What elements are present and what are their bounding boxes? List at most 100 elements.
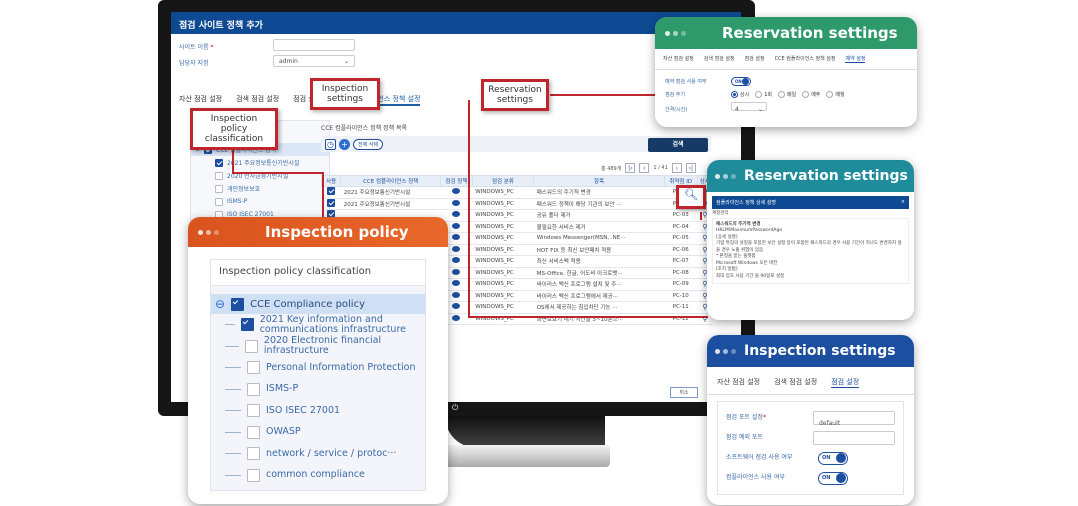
cycle-option[interactable]: 매일 <box>778 91 796 98</box>
tab[interactable]: 검색 점검 설정 <box>704 55 735 63</box>
table-row[interactable]: 2021 주요정보통신기반시설WINDOWS_PC패스워드의 주기적 변경PC-… <box>321 186 713 199</box>
search-icon[interactable]: 🔍︎ <box>684 188 698 201</box>
checkbox[interactable] <box>327 187 336 196</box>
checkbox[interactable] <box>247 468 260 482</box>
col-item[interactable]: 항목 <box>533 175 665 187</box>
item-cell: 불필요한 서비스 제거 <box>533 221 665 233</box>
history-icon[interactable]: ◷ <box>325 138 336 150</box>
software-toggle[interactable]: ON <box>818 451 848 465</box>
delete-all-button[interactable]: 전체 삭제 <box>353 138 383 150</box>
eye-icon[interactable] <box>452 222 461 229</box>
compliance-toggle[interactable]: ON <box>818 471 848 485</box>
tree-item[interactable]: ISMS-P <box>211 379 425 401</box>
site-name-label: 사이트 이름 * <box>179 44 214 51</box>
eye-icon[interactable] <box>452 314 461 321</box>
tab[interactable]: 자산 점검 설정 <box>717 377 760 388</box>
cycle-option[interactable]: 1회 <box>755 91 772 98</box>
category-cell: WINDOWS_PC <box>472 209 534 222</box>
next-page-button[interactable]: › <box>671 163 682 173</box>
tab[interactable]: CCE 컴플라이언스 정책 설정 <box>775 55 836 63</box>
col-policy[interactable]: CCE 컴플라이언스 정책 <box>340 175 442 187</box>
close-icon[interactable]: × <box>901 199 905 206</box>
tree-item[interactable]: ISMS-P <box>191 195 329 208</box>
tab-asset[interactable]: 자산 점검 설정 <box>179 94 222 106</box>
tab-reservation[interactable]: 예약 설정 <box>845 55 866 63</box>
eye-icon[interactable] <box>452 280 461 287</box>
id-cell: PC-03 <box>664 209 698 222</box>
eye-icon[interactable] <box>452 234 461 241</box>
checkbox[interactable] <box>215 171 223 180</box>
cycle-label: 점검 주기 <box>665 92 685 98</box>
checkbox[interactable] <box>247 361 260 375</box>
site-name-input[interactable] <box>273 39 355 51</box>
inspection-settings-card: Inspection settings 자산 점검 설정 검색 점검 설정 점검… <box>707 335 914 505</box>
eye-icon[interactable] <box>452 211 461 218</box>
tab[interactable]: 검색 점검 설정 <box>774 377 817 388</box>
reservation-toggle[interactable]: ON <box>731 77 751 86</box>
radio[interactable] <box>731 91 738 98</box>
tree-item[interactable]: 2021 주요정보통신기반시설 <box>191 156 329 169</box>
tree-item[interactable]: Personal Information Protection <box>211 357 425 379</box>
prev-page-button[interactable]: ‹ <box>639 163 650 173</box>
item-cell: 공유 폴더 제거 <box>533 209 665 222</box>
category-cell: WINDOWS_PC <box>472 244 534 256</box>
eye-icon[interactable] <box>452 245 461 252</box>
use-cell[interactable] <box>321 186 341 199</box>
checkbox[interactable] <box>327 198 336 207</box>
tree-item[interactable]: ISO ISEC 27001 <box>211 400 425 422</box>
power-icon[interactable]: ⏻ <box>452 403 458 413</box>
col-category[interactable]: 점검 분류 <box>471 175 535 187</box>
last-page-button[interactable]: ›| <box>685 163 696 173</box>
eye-icon[interactable] <box>452 257 461 264</box>
cancel-button[interactable]: 취소 <box>670 387 698 398</box>
tab[interactable]: 점검 설정 <box>745 55 765 63</box>
cycle-option[interactable]: 매주 <box>802 91 820 98</box>
tab-search[interactable]: 검색 점검 설정 <box>236 94 279 106</box>
tree-item[interactable]: network / service / protoc··· <box>211 443 425 465</box>
tree-item[interactable]: OWASP <box>211 422 425 444</box>
checkbox[interactable] <box>244 339 258 353</box>
tree-root[interactable]: ⊖ CCE Compliance policy <box>211 294 425 314</box>
cycle-option[interactable]: 상시 <box>731 91 749 98</box>
radio[interactable] <box>755 91 763 98</box>
checkbox[interactable] <box>215 158 223 167</box>
tree-item[interactable]: common compliance <box>211 465 425 487</box>
checkbox[interactable] <box>247 425 260 439</box>
col-use[interactable]: 사용 <box>320 175 342 187</box>
interval-select[interactable]: 4 ⌄ <box>731 102 767 113</box>
search-button[interactable]: 검색 <box>648 138 708 152</box>
eye-icon[interactable] <box>452 303 461 310</box>
checkbox[interactable] <box>231 297 245 311</box>
add-icon[interactable]: + <box>339 138 350 150</box>
collapse-icon[interactable]: ⊖ <box>215 297 225 311</box>
use-cell[interactable] <box>321 198 341 210</box>
eye-icon[interactable] <box>452 199 461 206</box>
tree-item[interactable]: 2020 Electronic financial infrastructure <box>211 336 425 358</box>
checkbox[interactable] <box>215 184 223 193</box>
table-row[interactable]: 2021 주요정보통신기반시설 WINDOWS_PC 패스워드 정책이 해당 기관의… <box>321 198 713 210</box>
id-cell: PC-09 <box>664 278 698 291</box>
radio[interactable] <box>826 91 834 98</box>
category-cell: WINDOWS_PC <box>472 267 534 279</box>
radio[interactable] <box>802 91 810 98</box>
eye-icon[interactable] <box>452 188 461 195</box>
connector-line <box>468 316 708 318</box>
tree-item[interactable]: 2021 Key information and communications … <box>211 314 425 336</box>
checkbox[interactable] <box>215 197 223 206</box>
first-page-button[interactable]: |‹ <box>625 163 636 173</box>
checkbox[interactable] <box>247 447 260 461</box>
checkbox[interactable] <box>240 318 254 332</box>
tab[interactable]: 자산 점검 설정 <box>663 55 694 63</box>
eye-icon[interactable] <box>452 291 461 298</box>
checkbox[interactable] <box>247 382 260 396</box>
tab-inspection[interactable]: 점검 설정 <box>831 377 860 388</box>
radio[interactable] <box>778 91 785 98</box>
tree-item[interactable]: 개인정보보호 <box>191 182 329 195</box>
eye-icon[interactable] <box>452 268 461 275</box>
port-input[interactable]: default <box>813 411 895 427</box>
tree-item[interactable]: 2020 전자금융기반시설 <box>191 169 329 182</box>
cycle-option[interactable]: 매월 <box>826 91 845 98</box>
checkbox[interactable] <box>247 404 260 418</box>
manager-select[interactable]: admin ⌄ <box>273 55 355 67</box>
except-port-input[interactable] <box>813 431 895 445</box>
